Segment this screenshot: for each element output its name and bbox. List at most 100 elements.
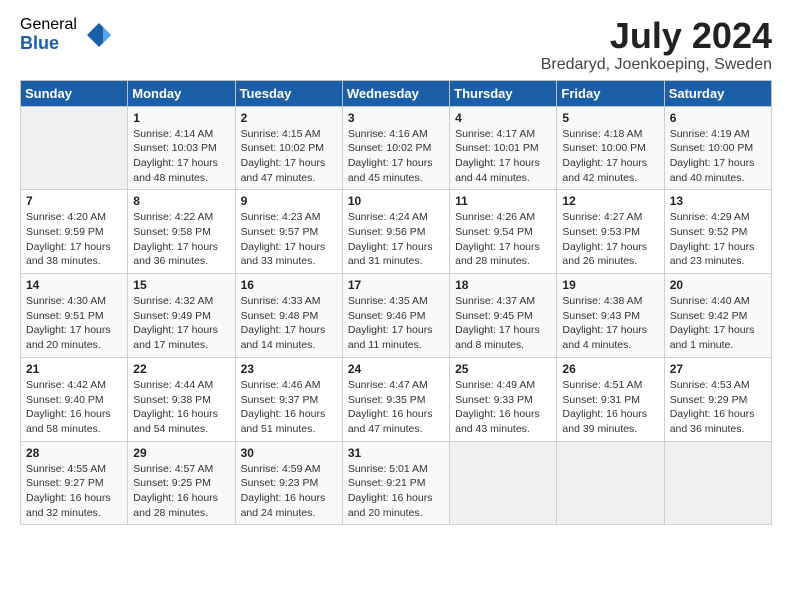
day-number: 22 — [133, 362, 229, 376]
page: General Blue July 2024 Bredaryd, Joenkoe… — [0, 0, 792, 541]
day-number: 3 — [348, 111, 444, 125]
calendar-cell — [664, 441, 771, 525]
calendar-cell — [450, 441, 557, 525]
day-info: Sunrise: 4:19 AMSunset: 10:00 PMDaylight… — [670, 127, 766, 186]
header: General Blue July 2024 Bredaryd, Joenkoe… — [20, 16, 772, 74]
calendar-cell: 12 Sunrise: 4:27 AMSunset: 9:53 PMDayligh… — [557, 190, 664, 274]
day-info: Sunrise: 4:18 AMSunset: 10:00 PMDaylight… — [562, 127, 658, 186]
calendar-cell: 15Sunrise: 4:32 AMSunset: 9:49 PMDayligh… — [128, 274, 235, 358]
day-number: 10 — [348, 194, 444, 208]
day-number: 20 — [670, 278, 766, 292]
logo-blue: Blue — [20, 34, 77, 54]
day-number: 31 — [348, 446, 444, 460]
col-thursday: Thursday — [450, 80, 557, 106]
month-title: July 2024 — [541, 16, 772, 56]
col-tuesday: Tuesday — [235, 80, 342, 106]
day-info: Sunrise: 4:51 AMSunset: 9:31 PMDaylight:… — [562, 378, 658, 437]
day-number: 17 — [348, 278, 444, 292]
day-info: Sunrise: 4:30 AMSunset: 9:51 PMDaylight:… — [26, 294, 122, 353]
calendar-cell: 26 Sunrise: 4:51 AMSunset: 9:31 PMDayligh… — [557, 357, 664, 441]
day-number: 30 — [241, 446, 337, 460]
day-number: 24 — [348, 362, 444, 376]
calendar-week-1: 1 Sunrise: 4:14 AMSunset: 10:03 PMDayligh… — [21, 106, 772, 190]
calendar-cell: 30 Sunrise: 4:59 AMSunset: 9:23 PMDayligh… — [235, 441, 342, 525]
calendar-cell — [557, 441, 664, 525]
day-number: 7 — [26, 194, 122, 208]
day-info: Sunrise: 4:32 AMSunset: 9:49 PMDaylight:… — [133, 294, 229, 353]
day-number: 29 — [133, 446, 229, 460]
calendar-cell: 21 Sunrise: 4:42 AMSunset: 9:40 PMDayligh… — [21, 357, 128, 441]
calendar-cell: 11Sunrise: 4:26 AMSunset: 9:54 PMDayligh… — [450, 190, 557, 274]
day-info: Sunrise: 4:59 AMSunset: 9:23 PMDaylight:… — [241, 462, 337, 521]
calendar-week-3: 14 Sunrise: 4:30 AMSunset: 9:51 PMDayligh… — [21, 274, 772, 358]
day-info: Sunrise: 4:20 AMSunset: 9:59 PMDaylight:… — [26, 210, 122, 269]
calendar-week-5: 28 Sunrise: 4:55 AMSunset: 9:27 PMDayligh… — [21, 441, 772, 525]
day-info: Sunrise: 4:38 AMSunset: 9:43 PMDaylight:… — [562, 294, 658, 353]
calendar-cell: 6Sunrise: 4:19 AMSunset: 10:00 PMDayligh… — [664, 106, 771, 190]
day-number: 11 — [455, 194, 551, 208]
logo-general: General — [20, 16, 77, 34]
location: Bredaryd, Joenkoeping, Sweden — [541, 56, 772, 74]
col-sunday: Sunday — [21, 80, 128, 106]
day-number: 18 — [455, 278, 551, 292]
day-info: Sunrise: 4:46 AMSunset: 9:37 PMDaylight:… — [241, 378, 337, 437]
day-number: 26 — [562, 362, 658, 376]
day-number: 28 — [26, 446, 122, 460]
day-info: Sunrise: 4:27 AMSunset: 9:53 PMDaylight:… — [562, 210, 658, 269]
day-number: 14 — [26, 278, 122, 292]
calendar-cell: 17 Sunrise: 4:35 AMSunset: 9:46 PMDayligh… — [342, 274, 449, 358]
day-number: 13 — [670, 194, 766, 208]
day-info: Sunrise: 4:35 AMSunset: 9:46 PMDaylight:… — [348, 294, 444, 353]
day-number: 9 — [241, 194, 337, 208]
calendar-cell: 1 Sunrise: 4:14 AMSunset: 10:03 PMDayligh… — [128, 106, 235, 190]
col-wednesday: Wednesday — [342, 80, 449, 106]
calendar-cell: 7 Sunrise: 4:20 AMSunset: 9:59 PMDaylight… — [21, 190, 128, 274]
day-info: Sunrise: 4:42 AMSunset: 9:40 PMDaylight:… — [26, 378, 122, 437]
col-friday: Friday — [557, 80, 664, 106]
calendar-cell: 4Sunrise: 4:17 AMSunset: 10:01 PMDayligh… — [450, 106, 557, 190]
calendar-cell: 20 Sunrise: 4:40 AMSunset: 9:42 PMDayligh… — [664, 274, 771, 358]
day-info: Sunrise: 4:57 AMSunset: 9:25 PMDaylight:… — [133, 462, 229, 521]
calendar-week-4: 21 Sunrise: 4:42 AMSunset: 9:40 PMDayligh… — [21, 357, 772, 441]
calendar-cell: 14 Sunrise: 4:30 AMSunset: 9:51 PMDayligh… — [21, 274, 128, 358]
calendar-cell: 13Sunrise: 4:29 AMSunset: 9:52 PMDayligh… — [664, 190, 771, 274]
calendar-cell: 10 Sunrise: 4:24 AMSunset: 9:56 PMDayligh… — [342, 190, 449, 274]
calendar-cell — [21, 106, 128, 190]
calendar-cell: 19 Sunrise: 4:38 AMSunset: 9:43 PMDayligh… — [557, 274, 664, 358]
day-info: Sunrise: 4:17 AMSunset: 10:01 PMDaylight… — [455, 127, 551, 186]
calendar-cell: 2Sunrise: 4:15 AMSunset: 10:02 PMDayligh… — [235, 106, 342, 190]
day-info: Sunrise: 4:24 AMSunset: 9:56 PMDaylight:… — [348, 210, 444, 269]
day-info: Sunrise: 4:55 AMSunset: 9:27 PMDaylight:… — [26, 462, 122, 521]
calendar-cell: 8 Sunrise: 4:22 AMSunset: 9:58 PMDaylight… — [128, 190, 235, 274]
day-number: 8 — [133, 194, 229, 208]
calendar-cell: 22 Sunrise: 4:44 AMSunset: 9:38 PMDayligh… — [128, 357, 235, 441]
day-info: Sunrise: 4:15 AMSunset: 10:02 PMDaylight… — [241, 127, 337, 186]
calendar-cell: 25 Sunrise: 4:49 AMSunset: 9:33 PMDayligh… — [450, 357, 557, 441]
day-number: 19 — [562, 278, 658, 292]
day-number: 16 — [241, 278, 337, 292]
title-area: July 2024 Bredaryd, Joenkoeping, Sweden — [541, 16, 772, 74]
day-number: 21 — [26, 362, 122, 376]
day-info: Sunrise: 4:33 AMSunset: 9:48 PMDaylight:… — [241, 294, 337, 353]
day-number: 12 — [562, 194, 658, 208]
day-info: Sunrise: 4:44 AMSunset: 9:38 PMDaylight:… — [133, 378, 229, 437]
day-info: Sunrise: 4:40 AMSunset: 9:42 PMDaylight:… — [670, 294, 766, 353]
day-info: Sunrise: 4:53 AMSunset: 9:29 PMDaylight:… — [670, 378, 766, 437]
day-number: 25 — [455, 362, 551, 376]
day-info: Sunrise: 4:16 AMSunset: 10:02 PMDaylight… — [348, 127, 444, 186]
calendar-cell: 16 Sunrise: 4:33 AMSunset: 9:48 PMDayligh… — [235, 274, 342, 358]
day-info: Sunrise: 4:22 AMSunset: 9:58 PMDaylight:… — [133, 210, 229, 269]
day-info: Sunrise: 4:49 AMSunset: 9:33 PMDaylight:… — [455, 378, 551, 437]
day-number: 1 — [133, 111, 229, 125]
logo-icon — [85, 21, 113, 49]
col-monday: Monday — [128, 80, 235, 106]
day-info: Sunrise: 4:14 AMSunset: 10:03 PMDaylight… — [133, 127, 229, 186]
day-number: 27 — [670, 362, 766, 376]
day-info: Sunrise: 4:37 AMSunset: 9:45 PMDaylight:… — [455, 294, 551, 353]
day-number: 23 — [241, 362, 337, 376]
calendar: Sunday Monday Tuesday Wednesday Thursday… — [20, 80, 772, 526]
calendar-cell: 3 Sunrise: 4:16 AMSunset: 10:02 PMDayligh… — [342, 106, 449, 190]
calendar-header-row: Sunday Monday Tuesday Wednesday Thursday… — [21, 80, 772, 106]
day-info: Sunrise: 4:47 AMSunset: 9:35 PMDaylight:… — [348, 378, 444, 437]
col-saturday: Saturday — [664, 80, 771, 106]
